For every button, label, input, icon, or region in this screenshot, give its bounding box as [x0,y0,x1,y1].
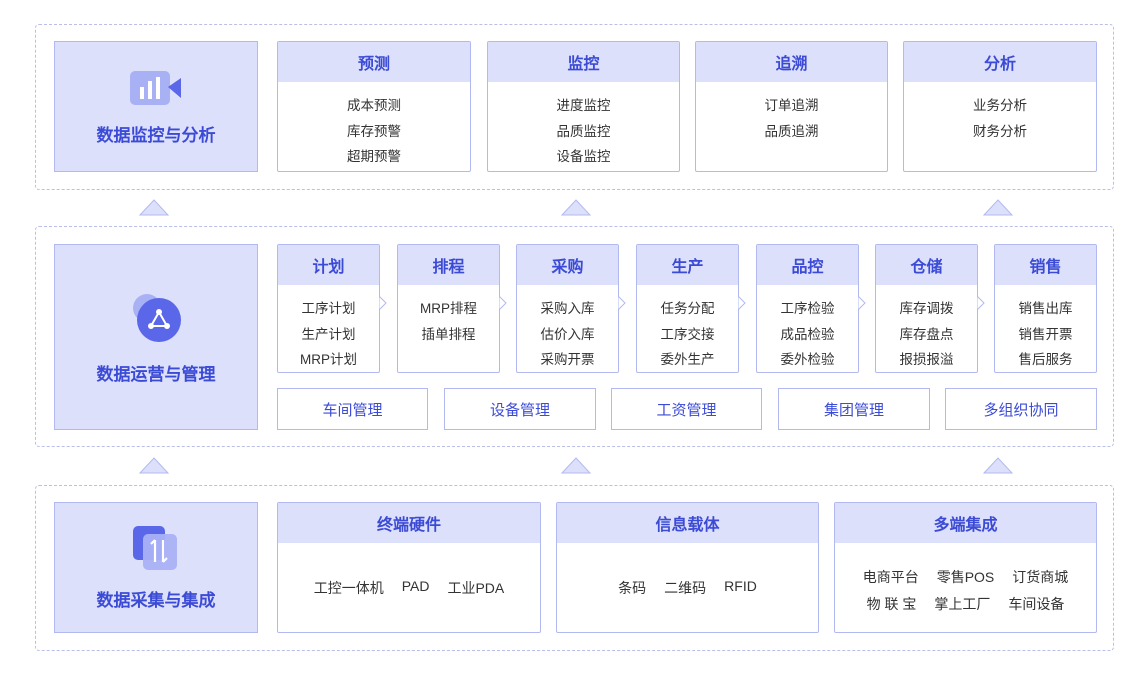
list-item: 工序交接 [660,326,715,342]
list-item: 报损报溢 [899,352,954,367]
operations-title: 数据运营与管理 [96,364,216,384]
chevron-right-icon [738,296,746,310]
operations-side-panel: 数据运营与管理 [54,244,258,430]
list-item: 委外生产 [660,352,715,367]
card-head: 监控 [488,42,679,82]
up-triangle-icon [983,457,1013,474]
list-item: 订货商城 [1012,569,1069,585]
transfer-arrows-icon [133,526,177,570]
list-item: 采购开票 [540,352,595,367]
list-item: 进度监控 [556,98,611,113]
list-item: 品质监控 [556,123,611,139]
chevron-right-icon [977,296,985,310]
card-analyze: 分析 业务分析 财务分析 [903,41,1097,172]
pill-payroll: 工资管理 [611,388,762,430]
video-chart-icon [130,71,181,105]
card-sales: 销售销售出库销售开票售后服务 [994,244,1097,373]
up-triangle-icon [561,457,591,474]
list-item: 零售POS [936,569,995,585]
list-item: 销售出库 [1018,301,1073,316]
card-monitor: 监控 进度监控 品质监控 设备监控 [487,41,680,172]
list-item: 物 联 宝 [866,596,917,612]
card-head: 分析 [904,42,1096,82]
chevron-right-icon [618,296,626,310]
card-schedule: 排程 MRP排程插单排程 [397,244,500,373]
list-item: 插单排程 [421,326,476,342]
list-item: 估价入库 [540,326,595,342]
list-item: 财务分析 [973,123,1027,139]
card-warehouse: 仓储库存调拨库存盘点报损报溢 [875,244,978,373]
chevron-right-icon [858,296,866,310]
list-item: 电商平台 [862,569,919,585]
share-network-icon [133,293,181,342]
card-head: 销售 [995,245,1096,285]
up-triangle-icon [139,457,169,474]
card-head: 计划 [278,245,379,285]
list-item: 库存预警 [347,123,401,139]
list-item: 销售开票 [1018,326,1073,342]
list-item: 条码 [618,580,647,596]
card-head: 品控 [757,245,858,285]
list-item: 工序检验 [780,301,835,316]
list-item: MRP排程 [420,301,477,316]
list-item: 订单追溯 [764,98,819,113]
card-head: 终端硬件 [278,503,540,543]
up-triangle-icon [561,199,591,216]
card-head: 排程 [398,245,499,285]
card-quality: 品控工序检验成品检验委外检验 [756,244,859,373]
up-triangle-icon [139,199,169,216]
card-plan: 计划工序计划生产计划 MRP计划 [277,244,380,373]
card-purchase: 采购采购入库估价入库采购开票 [516,244,619,373]
list-item: 生产计划 [301,326,356,342]
list-item: 品质追溯 [764,123,819,139]
card-head: 生产 [637,245,738,285]
list-item: 库存盘点 [899,326,954,342]
list-item: 售后服务 [1018,352,1073,367]
list-item: 委外检验 [780,352,835,367]
list-item: 车间设备 [1008,596,1065,612]
card-multi-integration: 多端集成 电商平台 零售POS 订货商城 物 联 宝 掌上工厂 车间设备 [834,502,1097,633]
chevron-right-icon [499,296,507,310]
list-item: 掌上工厂 [934,596,991,612]
analysis-side-panel: 数据监控与分析 [54,41,258,172]
pill-multi-org: 多组织协同 [945,388,1097,430]
list-item: 二维码 [664,580,707,596]
list-item: 采购入库 [540,301,595,316]
list-item: RFID [724,578,757,594]
list-item: 库存调拨 [899,301,954,316]
card-head: 采购 [517,245,618,285]
list-item: PAD [401,578,430,594]
pill-equipment: 设备管理 [444,388,596,430]
card-forecast: 预测 成本预测 库存预警 超期预警 [277,41,471,172]
card-trace: 追溯 订单追溯 品质追溯 [695,41,888,172]
card-head: 多端集成 [835,503,1096,543]
card-head: 追溯 [696,42,887,82]
card-terminal-hardware: 终端硬件 工控一体机 PAD 工业PDA [277,502,541,633]
list-item: 业务分析 [973,98,1027,113]
up-triangle-icon [983,199,1013,216]
list-item: 工序计划 [301,301,356,316]
card-head: 信息载体 [557,503,818,543]
card-info-carrier: 信息载体 条码 二维码 RFID [556,502,819,633]
card-production: 生产任务分配工序交接委外生产 [636,244,739,373]
list-item: MRP计划 [300,352,357,367]
list-item: 成品检验 [780,326,835,342]
card-head: 预测 [278,42,470,82]
list-item: 设备监控 [556,149,611,164]
list-item: 成本预测 [347,98,401,113]
chevron-right-icon [379,296,387,310]
card-head: 仓储 [876,245,977,285]
analysis-title: 数据监控与分析 [96,126,216,145]
pill-workshop: 车间管理 [277,388,428,430]
list-item: 任务分配 [660,301,715,316]
list-item: 超期预警 [347,149,401,164]
list-item: 工控一体机 [313,580,384,596]
pill-group: 集团管理 [778,388,930,430]
collection-side-panel: 数据采集与集成 [54,502,258,633]
collection-title: 数据采集与集成 [96,591,216,610]
list-item: 工业PDA [447,580,505,596]
